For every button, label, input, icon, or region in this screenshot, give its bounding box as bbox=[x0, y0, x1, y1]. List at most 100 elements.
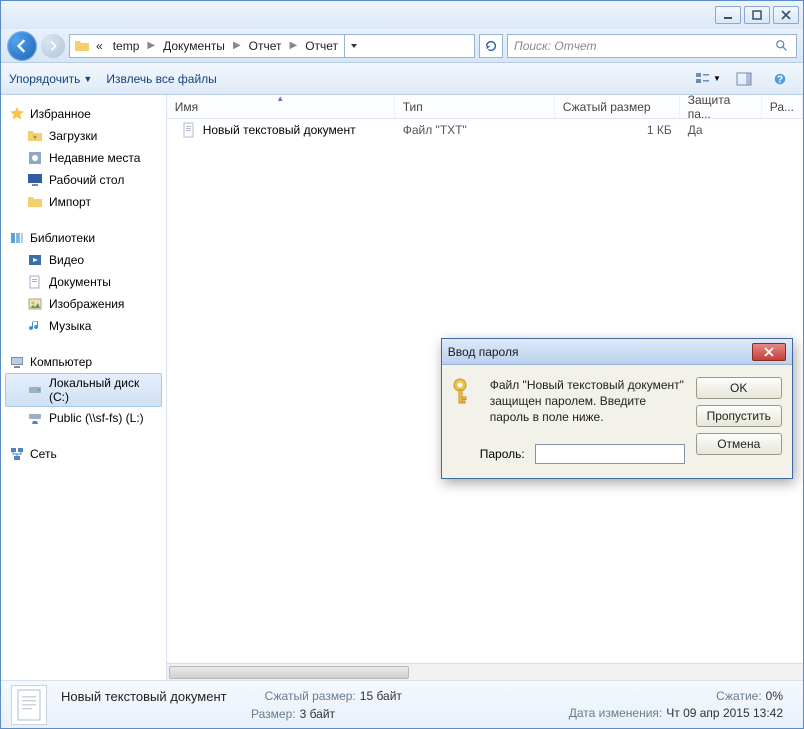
file-compressed-size: 1 КБ bbox=[555, 123, 680, 137]
dialog-titlebar[interactable]: Ввод пароля bbox=[442, 339, 792, 365]
libraries-label: Библиотеки bbox=[30, 231, 95, 245]
video-icon bbox=[27, 252, 43, 268]
password-label: Пароль: bbox=[480, 447, 525, 461]
skip-button[interactable]: Пропустить bbox=[696, 405, 782, 427]
file-list-pane: Имя ▲ Тип Сжатый размер Защита па... Ра..… bbox=[167, 95, 803, 680]
desktop-icon bbox=[27, 172, 43, 188]
txt-file-icon bbox=[181, 122, 197, 138]
column-name[interactable]: Имя ▲ bbox=[167, 95, 395, 118]
sidebar-item-label: Public (\\sf-fs) (L:) bbox=[49, 411, 144, 425]
cancel-button[interactable]: Отмена bbox=[696, 433, 782, 455]
breadcrumb-bar[interactable]: « temp▶ Документы▶ Отчет▶ Отчет bbox=[69, 34, 475, 58]
sidebar-group-libraries: Библиотеки Видео Документы Изображения М… bbox=[5, 227, 162, 337]
svg-text:?: ? bbox=[777, 73, 783, 85]
downloads-icon bbox=[27, 128, 43, 144]
status-ratio-val: 0% bbox=[766, 689, 783, 703]
sidebar-item-label: Документы bbox=[49, 275, 111, 289]
column-rest[interactable]: Ра... bbox=[762, 95, 803, 118]
network-label: Сеть bbox=[30, 447, 57, 461]
nav-back-button[interactable] bbox=[7, 31, 37, 61]
chevron-right-icon: ▶ bbox=[145, 40, 157, 51]
sidebar-item-label: Музыка bbox=[49, 319, 91, 333]
organize-menu[interactable]: Упорядочить ▼ bbox=[9, 72, 92, 86]
network-drive-icon bbox=[27, 410, 43, 426]
search-placeholder: Поиск: Отчет bbox=[514, 39, 596, 53]
horizontal-scrollbar[interactable] bbox=[167, 663, 803, 680]
sidebar-item-recent[interactable]: Недавние места bbox=[5, 147, 162, 169]
view-options-button[interactable]: ▼ bbox=[693, 68, 723, 90]
hdd-icon bbox=[27, 382, 43, 398]
sidebar-item-label: Локальный диск (C:) bbox=[49, 376, 156, 404]
sidebar-item-label: Загрузки bbox=[49, 129, 97, 143]
search-icon bbox=[774, 38, 790, 54]
sidebar-item-music[interactable]: Музыка bbox=[5, 315, 162, 337]
computer-label: Компьютер bbox=[30, 355, 92, 369]
breadcrumb-item[interactable]: temp bbox=[109, 37, 144, 55]
minimize-button[interactable] bbox=[715, 6, 741, 24]
libraries-header[interactable]: Библиотеки bbox=[5, 227, 162, 249]
sort-asc-icon: ▲ bbox=[276, 95, 284, 103]
network-icon bbox=[9, 446, 25, 462]
favorites-header[interactable]: Избранное bbox=[5, 103, 162, 125]
chevron-down-icon: ▼ bbox=[83, 74, 92, 84]
extract-label: Извлечь все файлы bbox=[106, 72, 216, 86]
refresh-button[interactable] bbox=[479, 34, 503, 58]
window-titlebar bbox=[1, 1, 803, 29]
sidebar-item-pictures[interactable]: Изображения bbox=[5, 293, 162, 315]
sidebar-item-local-disk[interactable]: Локальный диск (C:) bbox=[5, 373, 162, 407]
status-left-col: Новый текстовый документ Сжатый размер: … bbox=[61, 689, 402, 721]
column-protected[interactable]: Защита па... bbox=[680, 95, 762, 118]
column-label: Имя bbox=[175, 100, 198, 114]
scrollbar-thumb[interactable] bbox=[169, 666, 409, 679]
breadcrumb-item[interactable]: Документы bbox=[159, 37, 229, 55]
search-input[interactable]: Поиск: Отчет bbox=[507, 34, 797, 58]
status-mdate-val: Чт 09 апр 2015 13:42 bbox=[666, 706, 783, 720]
dialog-button-column: OK Пропустить Отмена bbox=[696, 377, 782, 464]
network-header[interactable]: Сеть bbox=[5, 443, 162, 465]
libraries-icon bbox=[9, 230, 25, 246]
path-dropdown-button[interactable] bbox=[344, 35, 362, 57]
status-size-key: Размер: bbox=[251, 707, 296, 721]
breadcrumb-item[interactable]: Отчет bbox=[245, 37, 286, 55]
extract-all-button[interactable]: Извлечь все файлы bbox=[106, 72, 216, 86]
file-name: Новый текстовый документ bbox=[203, 123, 356, 137]
recent-icon bbox=[27, 150, 43, 166]
dialog-message: Файл "Новый текстовый документ" защищен … bbox=[490, 377, 686, 426]
documents-icon bbox=[27, 274, 43, 290]
sidebar-item-video[interactable]: Видео bbox=[5, 249, 162, 271]
favorites-label: Избранное bbox=[30, 107, 91, 121]
sidebar-item-documents[interactable]: Документы bbox=[5, 271, 162, 293]
chevron-right-icon: ▶ bbox=[288, 40, 300, 51]
close-button[interactable] bbox=[773, 6, 799, 24]
key-icon bbox=[452, 377, 480, 426]
sidebar-item-network-drive[interactable]: Public (\\sf-fs) (L:) bbox=[5, 407, 162, 429]
column-headers: Имя ▲ Тип Сжатый размер Защита па... Ра..… bbox=[167, 95, 803, 119]
column-type[interactable]: Тип bbox=[395, 95, 555, 118]
help-button[interactable]: ? bbox=[765, 68, 795, 90]
sidebar-group-favorites: Избранное Загрузки Недавние места Рабочи… bbox=[5, 103, 162, 213]
preview-pane-button[interactable] bbox=[729, 68, 759, 90]
computer-header[interactable]: Компьютер bbox=[5, 351, 162, 373]
address-bar: « temp▶ Документы▶ Отчет▶ Отчет Поиск: О… bbox=[1, 29, 803, 63]
maximize-button[interactable] bbox=[744, 6, 770, 24]
chevron-right-icon: ▶ bbox=[231, 40, 243, 51]
nav-forward-button[interactable] bbox=[41, 34, 65, 58]
file-type: Файл "TXT" bbox=[395, 123, 555, 137]
sidebar-item-downloads[interactable]: Загрузки bbox=[5, 125, 162, 147]
star-icon bbox=[9, 106, 25, 122]
folder-icon bbox=[27, 194, 43, 210]
sidebar-item-label: Рабочий стол bbox=[49, 173, 124, 187]
command-toolbar: Упорядочить ▼ Извлечь все файлы ▼ ? bbox=[1, 63, 803, 95]
sidebar-item-import[interactable]: Импорт bbox=[5, 191, 162, 213]
breadcrumb-item[interactable]: Отчет bbox=[301, 37, 342, 55]
file-row[interactable]: Новый текстовый документ Файл "TXT" 1 КБ… bbox=[167, 119, 803, 141]
breadcrumb-prefix: « bbox=[92, 37, 107, 55]
sidebar-item-desktop[interactable]: Рабочий стол bbox=[5, 169, 162, 191]
password-row: Пароль: bbox=[452, 434, 686, 464]
status-right-col: Сжатие: 0% Дата изменения: Чт 09 апр 201… bbox=[569, 689, 793, 720]
dialog-close-button[interactable] bbox=[752, 343, 786, 361]
password-input[interactable] bbox=[535, 444, 685, 464]
column-compressed-size[interactable]: Сжатый размер bbox=[555, 95, 680, 118]
ok-button[interactable]: OK bbox=[696, 377, 782, 399]
password-dialog: Ввод пароля Файл "Новый текстовый докуме… bbox=[441, 338, 793, 479]
